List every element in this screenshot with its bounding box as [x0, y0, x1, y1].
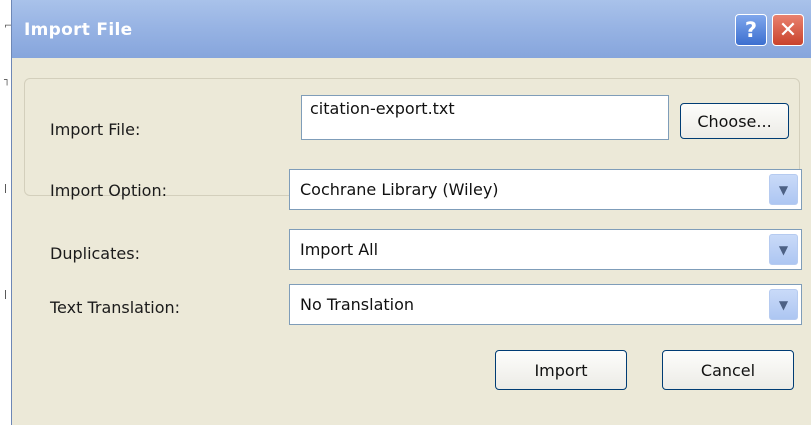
edge-mark: ┐: [4, 75, 11, 86]
dialog-body: Import File: citation-export.txt Choose.…: [12, 58, 811, 425]
text-translation-label: Text Translation:: [50, 298, 181, 317]
text-translation-value: No Translation: [300, 295, 415, 314]
chevron-down-icon[interactable]: ▼: [769, 289, 798, 320]
choose-button[interactable]: Choose...: [680, 103, 789, 139]
edge-mark: ǀ: [4, 183, 7, 194]
close-icon: ✕: [778, 17, 798, 43]
import-option-select[interactable]: Cochrane Library (Wiley) ▼: [289, 169, 802, 210]
import-file-dialog: Import File ? ✕ Import File: citation-ex…: [11, 0, 811, 425]
cancel-button[interactable]: Cancel: [662, 350, 794, 390]
help-icon: ?: [744, 18, 758, 42]
duplicates-value: Import All: [300, 240, 379, 259]
dialog-title: Import File: [24, 20, 133, 40]
import-option-value: Cochrane Library (Wiley): [300, 180, 499, 199]
help-button[interactable]: ?: [735, 14, 767, 46]
chevron-down-icon[interactable]: ▼: [769, 174, 798, 205]
close-button[interactable]: ✕: [772, 14, 804, 46]
import-file-label: Import File:: [50, 120, 141, 139]
duplicates-select[interactable]: Import All ▼: [289, 229, 802, 270]
chevron-down-icon[interactable]: ▼: [769, 234, 798, 265]
import-file-input[interactable]: citation-export.txt: [301, 95, 669, 140]
import-button[interactable]: Import: [495, 350, 627, 390]
text-translation-select[interactable]: No Translation ▼: [289, 284, 802, 325]
import-option-label: Import Option:: [50, 181, 167, 200]
duplicates-label: Duplicates:: [50, 244, 140, 263]
edge-mark: ǀ: [4, 289, 7, 300]
title-bar[interactable]: Import File ? ✕: [12, 0, 811, 58]
edge-mark: ⌐: [4, 21, 13, 32]
